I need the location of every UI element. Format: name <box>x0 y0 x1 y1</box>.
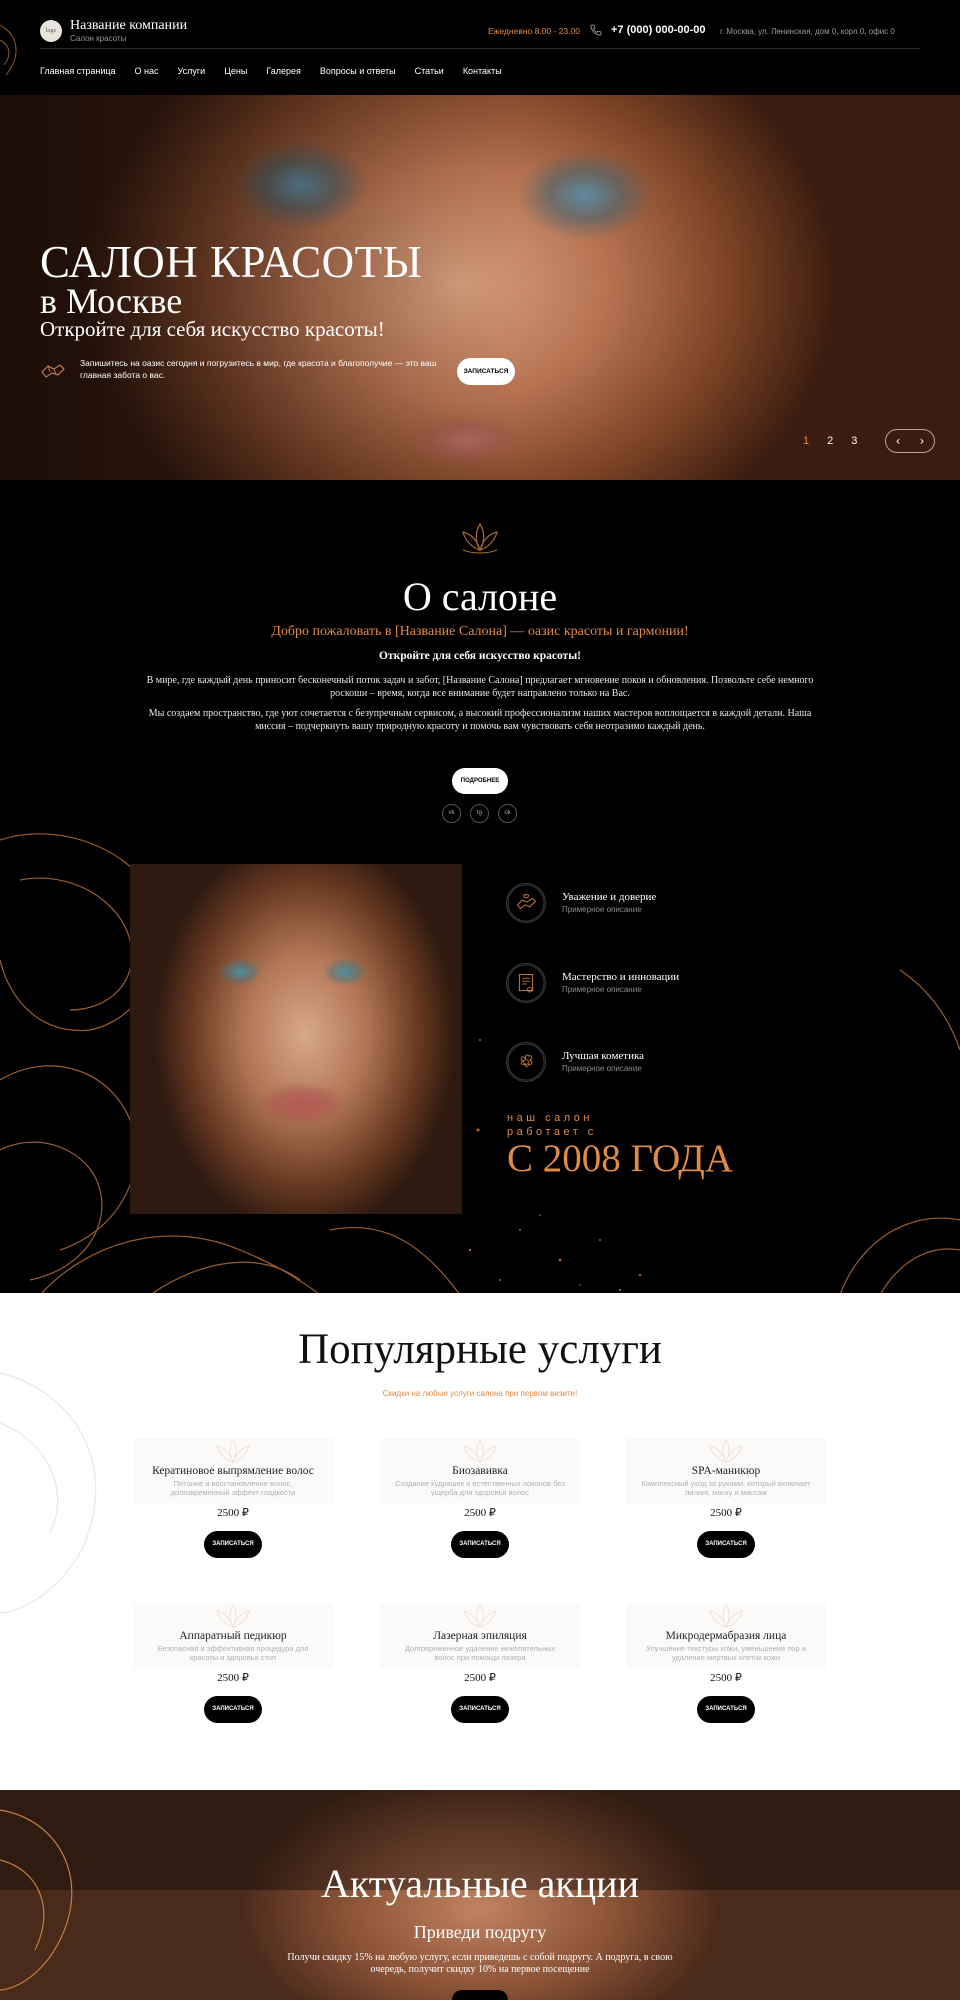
phone-icon <box>590 24 602 36</box>
nav-item-gallery[interactable]: Галерея <box>266 66 301 76</box>
service-title: SPA-маникюр <box>691 1465 761 1477</box>
main-nav: Главная страница О нас Услуги Цены Галер… <box>40 66 502 76</box>
service-card: Лазерная эпиляция Долговременное удалени… <box>380 1603 580 1723</box>
nav-item-services[interactable]: Услуги <box>178 66 206 76</box>
salon-photo <box>130 864 462 1214</box>
address: г. Москва, ул. Ленинская, дом 0, корп 0,… <box>720 27 895 36</box>
service-card: Биозавивка Создание кудряшек и естествен… <box>380 1438 580 1558</box>
nav-item-faq[interactable]: Вопросы и ответы <box>320 66 396 76</box>
service-price: 2500 ₽ <box>464 1672 496 1684</box>
site-header: logo Название компании Салон красоты Еже… <box>0 0 960 95</box>
slide-page-3[interactable]: 3 <box>851 435 857 447</box>
service-book-button[interactable]: ЗАПИСАТЬСЯ <box>697 1531 755 1558</box>
promo-description: Получи скидку 15% на любую услугу, если … <box>287 1952 673 1975</box>
logo[interactable]: logo <box>40 20 62 42</box>
about-paragraph-2: Мы создаем пространство, где уют сочетае… <box>148 708 812 732</box>
lotus-icon <box>709 1439 743 1464</box>
promo-title: Приведи подругу <box>413 1922 547 1942</box>
service-description: Создание кудряшек и естественных локонов… <box>395 1479 565 1498</box>
lotus-icon <box>216 1604 250 1629</box>
nav-item-contacts[interactable]: Контакты <box>463 66 502 76</box>
hands-icon <box>41 364 65 378</box>
promo-button[interactable] <box>452 1990 508 2000</box>
nav-item-articles[interactable]: Статьи <box>415 66 444 76</box>
service-card: Микродермабразия лица Улучшение текстуры… <box>626 1603 826 1723</box>
feature-description: Примерное описание <box>562 1064 642 1073</box>
service-card: SPA-маникюр Комплексный уход за руками, … <box>626 1438 826 1558</box>
about-title: О салоне <box>402 574 558 619</box>
company-tagline: Салон красоты <box>70 34 127 43</box>
hero-subtitle: Откройте для себя искусство красоты! <box>40 317 385 341</box>
service-price: 2500 ₽ <box>464 1507 496 1519</box>
services-section: Популярные услуги Скидки на любые услуги… <box>0 1293 960 1790</box>
service-price: 2500 ₽ <box>710 1507 742 1519</box>
about-more-button[interactable]: ПОДРОБНЕЕ <box>452 768 508 794</box>
working-hours: Ежедневно 8.00 - 23.00 <box>488 26 580 36</box>
about-welcome: Добро пожаловать в [Название Салона] — о… <box>271 624 689 639</box>
since-label-line1: наш салон <box>507 1112 593 1124</box>
hero-book-button[interactable]: ЗАПИСАТЬСЯ <box>457 358 515 385</box>
feature-title: Уважение и доверие <box>562 891 657 903</box>
hero-banner: САЛОН КРАСОТЫ в Москве Откройте для себя… <box>0 95 960 480</box>
service-book-button[interactable]: ЗАПИСАТЬСЯ <box>451 1696 509 1723</box>
hero-title-city: в Москве <box>40 281 183 321</box>
slide-page-1[interactable]: 1 <box>803 435 809 447</box>
company-name[interactable]: Название компании <box>70 18 187 34</box>
nav-item-prices[interactable]: Цены <box>224 66 247 76</box>
service-title: Биозавивка <box>452 1465 508 1477</box>
since-year: С 2008 ГОДА <box>507 1137 734 1180</box>
services-subtitle: Скидки на любые услуги салона при первом… <box>382 1389 578 1398</box>
service-title: Аппаратный педикюр <box>179 1630 287 1642</box>
lotus-icon <box>463 1604 497 1629</box>
service-book-button[interactable]: ЗАПИСАТЬСЯ <box>204 1531 262 1558</box>
slide-page-2[interactable]: 2 <box>827 435 833 447</box>
certificate-icon <box>506 963 546 1003</box>
lotus-icon <box>462 522 498 554</box>
service-card: Аппаратный педикюр Безопасная и эффектив… <box>133 1603 333 1723</box>
promos-section: Актуальные акции Приведи подругу Получи … <box>0 1790 960 2000</box>
feature-title: Мастерство и инновации <box>562 971 680 983</box>
feature-description: Примерное описание <box>562 905 642 914</box>
service-description: Питание и восстановление волос, долговре… <box>170 1479 296 1498</box>
service-description: Долговременное удаление нежелательных во… <box>404 1644 556 1663</box>
lotus-icon <box>709 1604 743 1629</box>
hero-description: Запишитесь на оазис сегодня и погрузитес… <box>80 358 437 381</box>
flower-icon <box>506 1042 546 1082</box>
service-book-button[interactable]: ЗАПИСАТЬСЯ <box>204 1696 262 1723</box>
about-paragraph-1: В мире, где каждый день приносит бесконе… <box>146 675 814 699</box>
service-book-button[interactable]: ЗАПИСАТЬСЯ <box>697 1696 755 1723</box>
lotus-icon <box>463 1439 497 1464</box>
about-tagline: Откройте для себя искусство красоты! <box>378 650 582 662</box>
service-price: 2500 ₽ <box>217 1507 249 1519</box>
service-title: Лазерная эпиляция <box>433 1630 527 1642</box>
nav-item-home[interactable]: Главная страница <box>40 66 116 76</box>
service-description: Безопасная и эффективная процедура для к… <box>157 1644 309 1663</box>
header-divider <box>40 48 920 49</box>
nav-item-about[interactable]: О нас <box>135 66 159 76</box>
slider-arrows: ‹ › <box>885 429 935 453</box>
hero-title: САЛОН КРАСОТЫ <box>40 237 423 287</box>
services-title: Популярные услуги <box>298 1326 662 1373</box>
service-title: Кератиновое выпрямление волос <box>152 1465 314 1477</box>
leaf-ornament-icon <box>0 24 17 76</box>
slider-pagination: 1 2 3 <box>803 435 857 447</box>
chevron-right-icon[interactable]: › <box>920 434 925 448</box>
service-card: Кератиновое выпрямление волос Питание и … <box>133 1438 333 1558</box>
service-price: 2500 ₽ <box>217 1672 249 1684</box>
service-description: Комплексный уход за руками, который вклю… <box>641 1479 811 1498</box>
service-title: Микродермабразия лица <box>665 1630 787 1642</box>
feature-title: Лучшая кометика <box>562 1050 645 1062</box>
lotus-icon <box>216 1439 250 1464</box>
chevron-left-icon[interactable]: ‹ <box>896 434 901 448</box>
promos-title: Актуальные акции <box>321 1861 639 1906</box>
service-price: 2500 ₽ <box>710 1672 742 1684</box>
service-book-button[interactable]: ЗАПИСАТЬСЯ <box>451 1531 509 1558</box>
feature-description: Примерное описание <box>562 985 642 994</box>
hands-heart-icon <box>506 883 546 923</box>
service-description: Улучшение текстуры кожи, уменьшение пор … <box>646 1644 806 1663</box>
phone-number[interactable]: +7 (000) 000-00-00 <box>611 24 705 36</box>
